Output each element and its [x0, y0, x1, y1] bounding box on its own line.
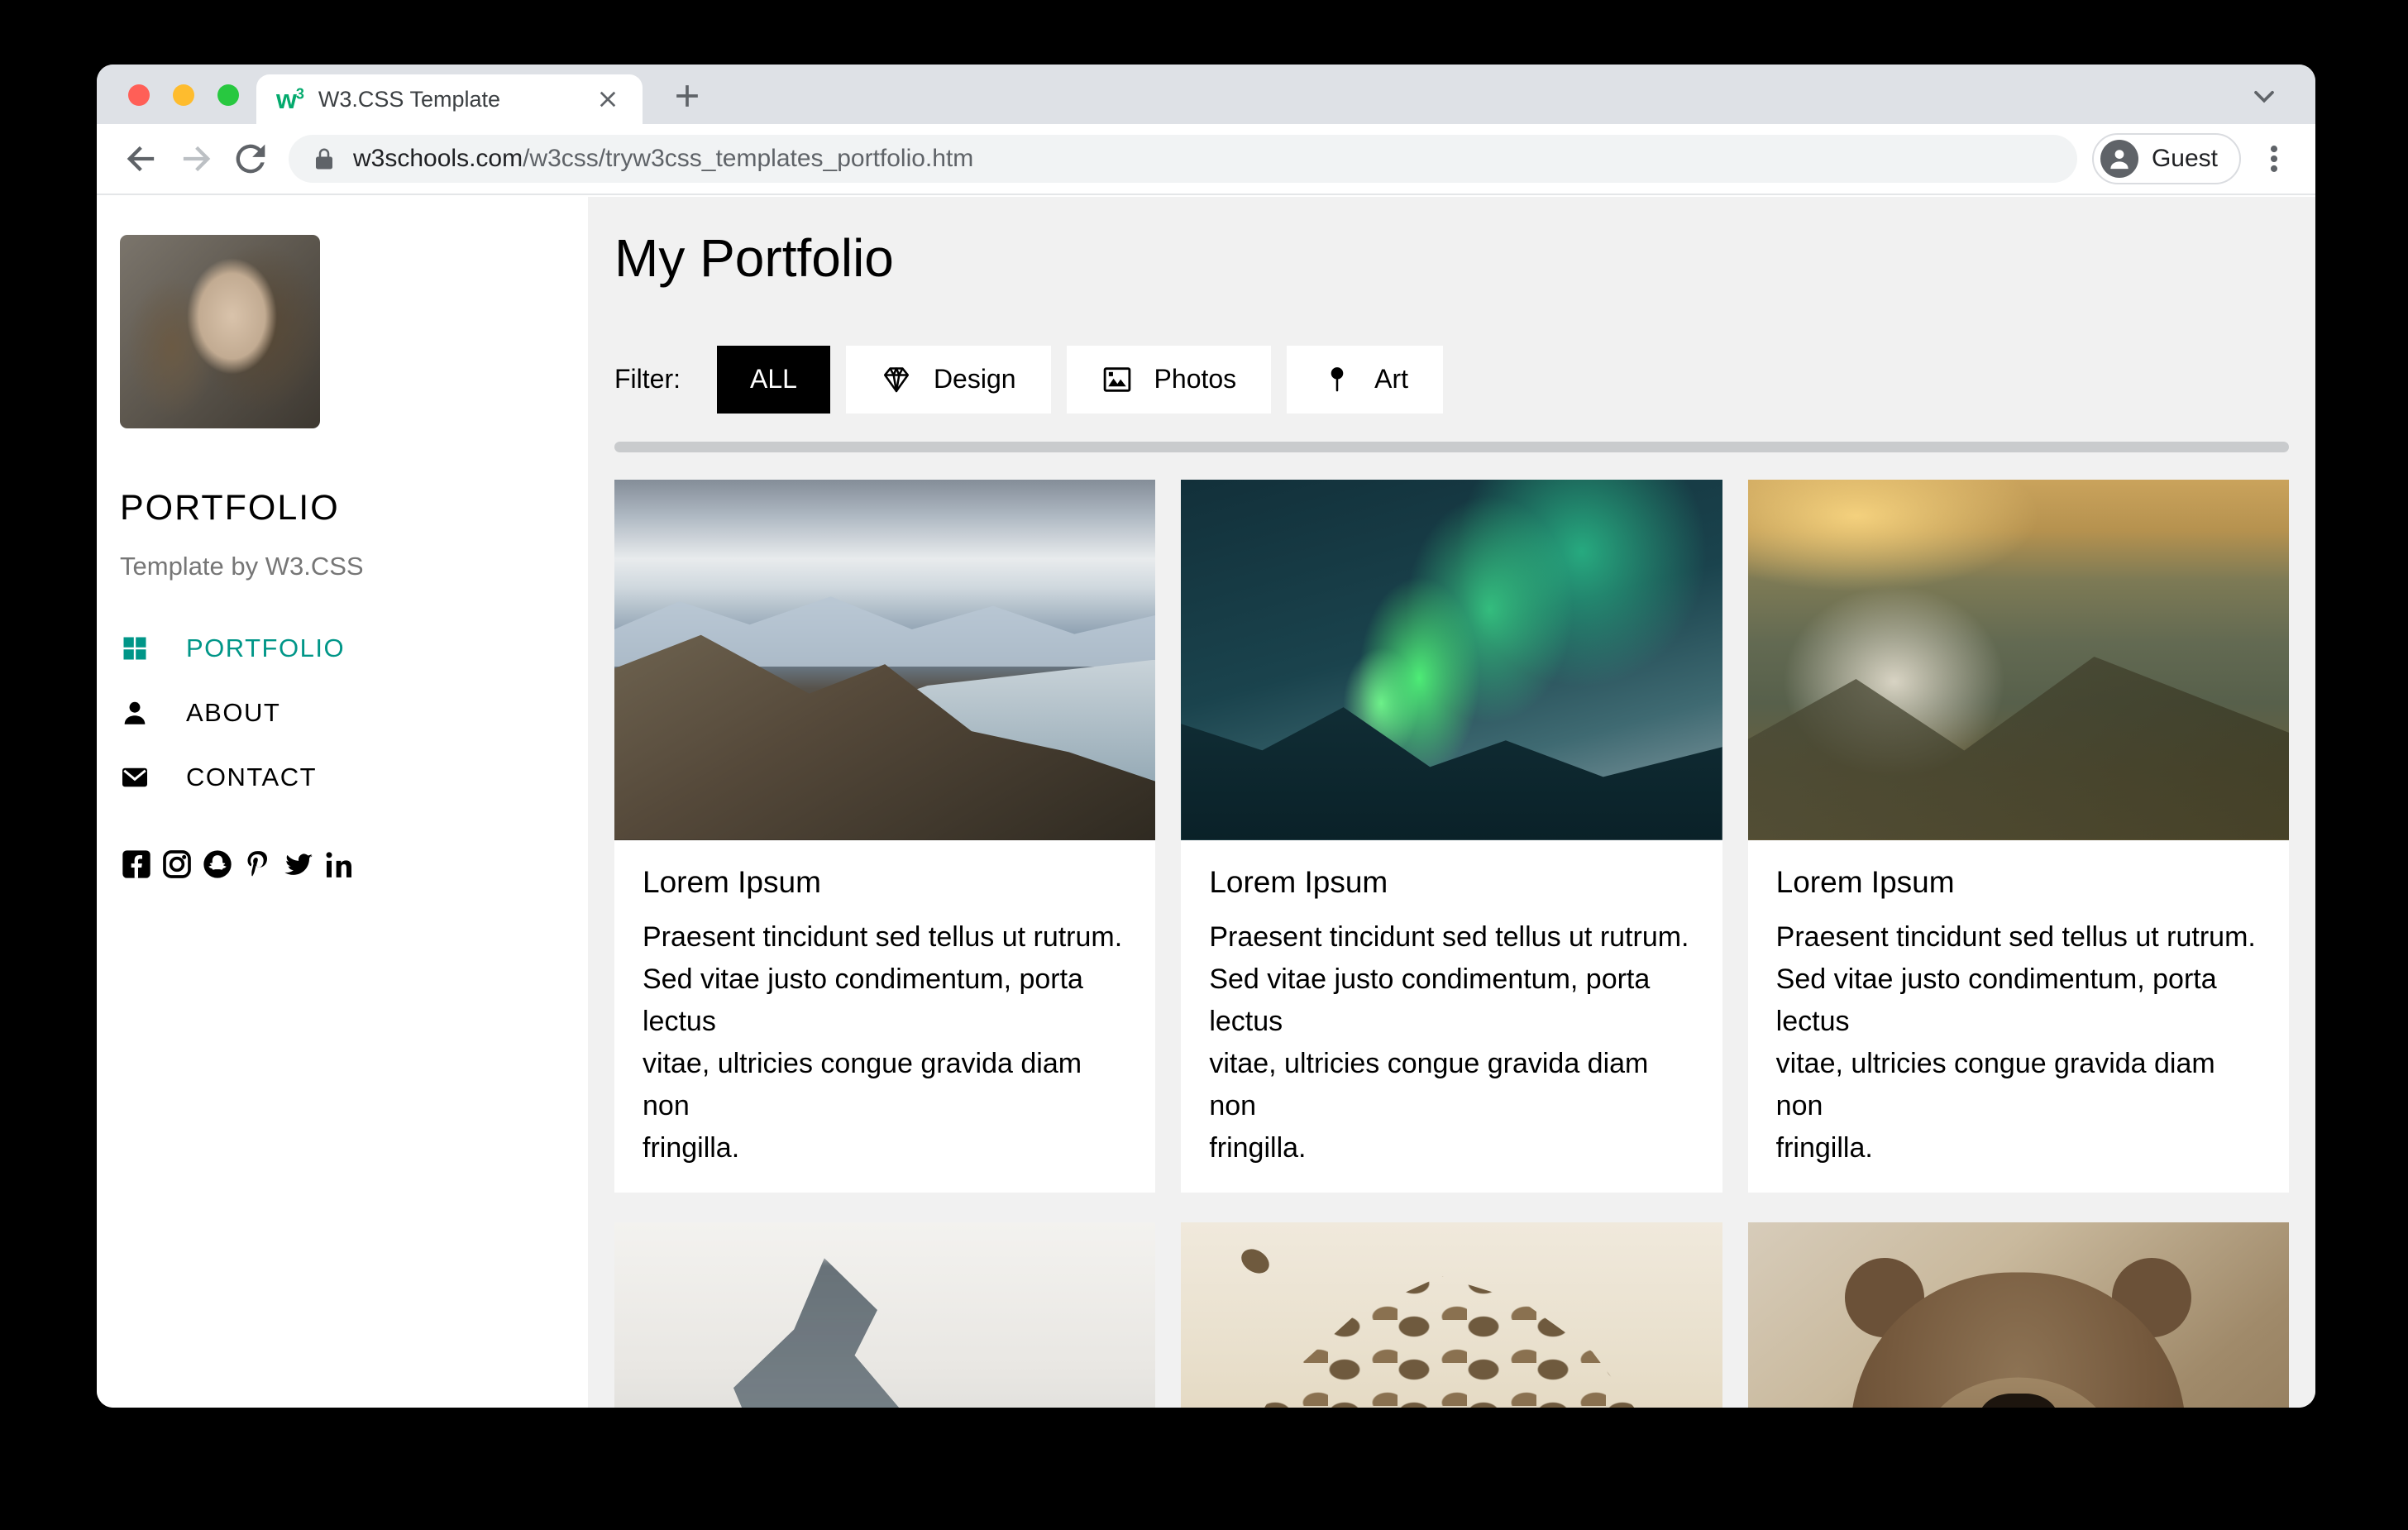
profile-button[interactable]: Guest — [2091, 133, 2241, 184]
back-button[interactable] — [120, 137, 163, 180]
user-icon — [120, 698, 150, 728]
guest-label: Guest — [2151, 145, 2218, 172]
mountain-lake-photo — [614, 479, 1156, 840]
minimize-window-button[interactable] — [173, 84, 194, 106]
card-text: Praesent tincidunt sed tellus ut rutrum.… — [643, 920, 1123, 1164]
lock-icon — [312, 146, 337, 171]
filter-all-button[interactable]: ALL — [717, 345, 830, 414]
card-title: Lorem Ipsum — [1209, 864, 1388, 899]
sidebar-item-label: ABOUT — [186, 698, 281, 727]
profile-photo — [120, 235, 320, 428]
filter-photos-button[interactable]: Photos — [1066, 345, 1272, 414]
envelope-icon — [120, 763, 150, 792]
sidebar-item-label: CONTACT — [186, 763, 318, 791]
coffee-beans-photo — [1181, 1222, 1722, 1408]
card-text: Praesent tincidunt sed tellus ut rutrum.… — [1209, 920, 1689, 1164]
gem-icon — [881, 364, 912, 395]
chevron-down-icon[interactable] — [2248, 79, 2281, 112]
filter-bar: Filter: ALL Design Photos Art — [614, 345, 2289, 414]
sidebar-item-contact[interactable]: CONTACT — [120, 758, 563, 796]
address-bar[interactable]: w3schools.com/w3css/tryw3css_templates_p… — [289, 135, 2077, 183]
sidebar-item-about[interactable]: ABOUT — [120, 694, 563, 732]
avatar — [2100, 140, 2138, 178]
w3css-logo-icon: w3 — [276, 84, 304, 114]
tab-title: W3.CSS Template — [318, 86, 500, 112]
card-text: Praesent tincidunt sed tellus ut rutrum.… — [1775, 920, 2256, 1164]
forward-button[interactable] — [174, 137, 217, 180]
pinterest-icon[interactable] — [241, 848, 275, 881]
bear-photo — [1747, 1222, 2289, 1408]
new-tab-button[interactable] — [669, 78, 705, 114]
snapchat-icon[interactable] — [201, 848, 234, 881]
facebook-icon[interactable] — [120, 848, 153, 881]
tab-strip: w3 W3.CSS Template — [97, 65, 2315, 124]
sidebar-item-label: PORTFOLIO — [186, 634, 346, 662]
reload-button[interactable] — [229, 137, 272, 180]
aurora-photo — [1181, 479, 1722, 840]
zoom-window-button[interactable] — [217, 84, 239, 106]
page-title: My Portfolio — [614, 228, 894, 288]
portfolio-card — [1181, 1222, 1722, 1408]
portfolio-grid: Lorem Ipsum Praesent tincidunt sed tellu… — [614, 479, 2289, 1408]
sidebar-item-portfolio[interactable]: PORTFOLIO — [120, 629, 563, 667]
browser-tab[interactable]: w3 W3.CSS Template — [256, 74, 643, 124]
map-pin-icon — [1321, 364, 1353, 395]
portfolio-card — [1747, 1222, 2289, 1408]
portfolio-card: Lorem Ipsum Praesent tincidunt sed tellu… — [1747, 479, 2289, 1193]
image-icon — [1101, 364, 1133, 395]
browser-window: w3 W3.CSS Template w3schools.com/w3css/t — [97, 65, 2315, 1408]
twitter-icon[interactable] — [282, 848, 315, 881]
page-content: PORTFOLIO Template by W3.CSS PORTFOLIO A… — [97, 197, 2315, 1408]
sidebar-heading: PORTFOLIO — [120, 488, 340, 528]
instagram-icon[interactable] — [160, 848, 194, 881]
tab-close-icon[interactable] — [593, 84, 623, 114]
filter-label: Filter: — [614, 364, 681, 394]
sidebar-nav: PORTFOLIO ABOUT CONTACT — [120, 629, 563, 796]
portfolio-card — [614, 1222, 1156, 1408]
content-divider — [614, 441, 2289, 452]
url-text: w3schools.com/w3css/tryw3css_templates_p… — [353, 145, 974, 172]
main-content: My Portfolio Filter: ALL Design Photos A… — [588, 197, 2315, 1408]
foggy-mountain-photo — [614, 1222, 1156, 1408]
social-links — [120, 848, 563, 881]
filter-art-button[interactable]: Art — [1287, 345, 1444, 414]
linkedin-icon[interactable] — [322, 848, 356, 881]
close-window-button[interactable] — [128, 84, 150, 106]
portfolio-card: Lorem Ipsum Praesent tincidunt sed tellu… — [614, 479, 1156, 1193]
card-title: Lorem Ipsum — [643, 864, 821, 899]
grid-icon — [120, 634, 150, 663]
card-title: Lorem Ipsum — [1775, 864, 1955, 899]
browser-menu-button[interactable] — [2256, 141, 2292, 177]
golden-mountains-photo — [1747, 479, 2289, 840]
sidebar: PORTFOLIO Template by W3.CSS PORTFOLIO A… — [97, 197, 588, 1408]
portfolio-card: Lorem Ipsum Praesent tincidunt sed tellu… — [1181, 479, 1722, 1193]
browser-toolbar: w3schools.com/w3css/tryw3css_templates_p… — [97, 124, 2315, 195]
sidebar-tagline: Template by W3.CSS — [120, 552, 364, 581]
window-controls — [128, 84, 239, 106]
filter-design-button[interactable]: Design — [845, 345, 1051, 414]
